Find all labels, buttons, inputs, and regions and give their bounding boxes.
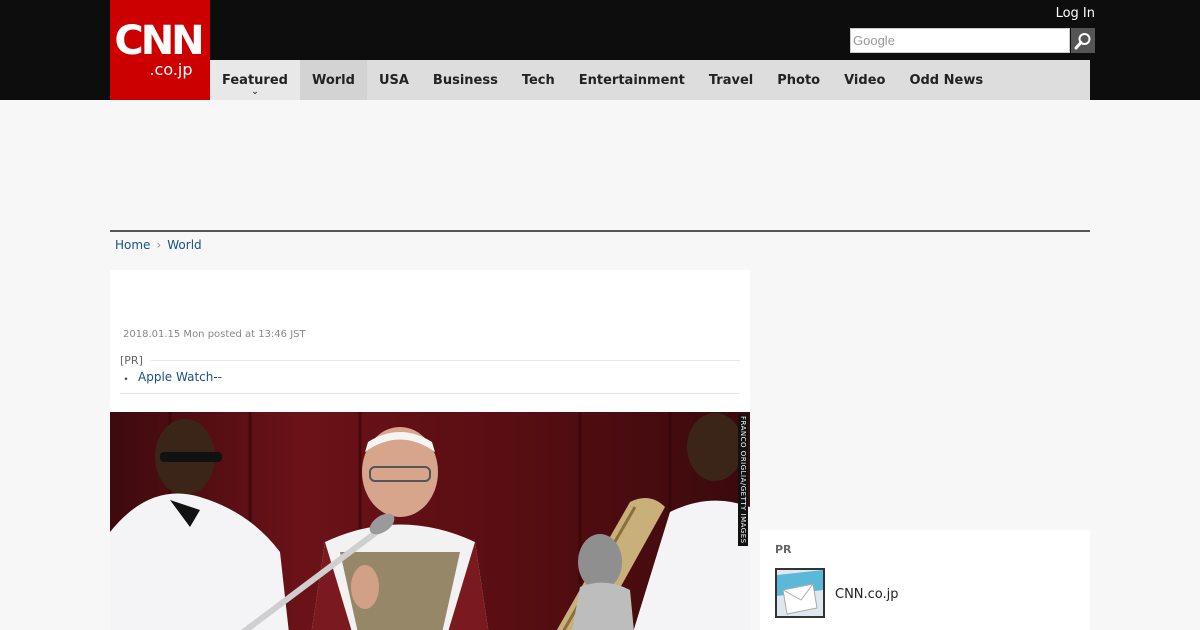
nav-item-label: Video bbox=[844, 72, 886, 88]
photo-credit: FRANCO ORIGLIA/GETTY IMAGES bbox=[738, 414, 748, 546]
breadcrumb: Home › World bbox=[115, 238, 202, 252]
nav-item-label: World bbox=[311, 72, 355, 88]
nav-item-photo[interactable]: Photo bbox=[765, 60, 832, 100]
nav-item-entertainment[interactable]: Entertainment bbox=[567, 60, 697, 100]
nav-item-label: Entertainment bbox=[578, 72, 685, 88]
article-photo: FRANCO ORIGLIA/GETTY IMAGES bbox=[110, 412, 750, 630]
nav-item-featured[interactable]: Featured ⌄ bbox=[210, 60, 300, 100]
bullet-icon: ・ bbox=[120, 372, 133, 386]
nav-item-label: Odd News bbox=[909, 72, 984, 88]
pr-label: [PR] bbox=[120, 354, 143, 367]
nav-item-label: USA bbox=[378, 72, 409, 88]
pr-divider bbox=[150, 360, 740, 361]
chevron-down-icon: ⌄ bbox=[251, 87, 259, 97]
search-input[interactable]: Google bbox=[850, 28, 1070, 53]
nav-item-label: Travel bbox=[708, 72, 754, 88]
nav-item-world[interactable]: World bbox=[299, 60, 367, 100]
article-photo-image bbox=[110, 412, 750, 630]
nav-item-travel[interactable]: Travel bbox=[697, 60, 765, 100]
sidebar-pr-item[interactable]: CNN.co.jp bbox=[835, 587, 899, 602]
article-date: 2018.01.15 Mon posted at 13:46 JST bbox=[123, 329, 306, 340]
breadcrumb-world[interactable]: World bbox=[167, 238, 201, 252]
search-icon bbox=[1074, 32, 1091, 49]
search-button[interactable] bbox=[1071, 28, 1095, 53]
nav-item-label: Business bbox=[432, 72, 498, 88]
nav-item-video[interactable]: Video bbox=[832, 60, 897, 100]
breadcrumb-home[interactable]: Home bbox=[115, 238, 150, 252]
top-header: CNN .co.jp Log In Google Featured ⌄ Worl… bbox=[0, 0, 1200, 100]
pr-block: [PR] ・ Apple Watch-- bbox=[120, 354, 740, 394]
chevron-right-icon: › bbox=[156, 238, 162, 252]
logo-main-text: CNN bbox=[114, 18, 204, 64]
article-card: 2018.01.15 Mon posted at 13:46 JST [PR] … bbox=[110, 270, 750, 630]
nav-item-label: Featured bbox=[222, 72, 288, 88]
cnn-logo[interactable]: CNN .co.jp bbox=[110, 0, 210, 100]
sidebar-pr-title: PR bbox=[775, 543, 792, 556]
logo-sub-text: .co.jp bbox=[149, 60, 193, 79]
mail-icon bbox=[777, 570, 823, 616]
nav-item-label: Tech bbox=[521, 72, 555, 88]
nav-item-business[interactable]: Business bbox=[421, 60, 510, 100]
pr-link[interactable]: Apple Watch-- bbox=[138, 370, 222, 387]
main-nav: Featured ⌄ World USA Business Tech Enter… bbox=[210, 60, 1090, 100]
login-link[interactable]: Log In bbox=[1056, 6, 1095, 21]
pr-header: [PR] bbox=[120, 354, 740, 367]
nav-item-label: Photo bbox=[777, 72, 821, 88]
nav-item-tech[interactable]: Tech bbox=[510, 60, 567, 100]
nav-item-odd-news[interactable]: Odd News bbox=[897, 60, 995, 100]
pr-thumbnail[interactable] bbox=[775, 568, 825, 618]
nav-item-usa[interactable]: USA bbox=[367, 60, 421, 100]
sidebar-pr-card: PR CNN.co.jp bbox=[760, 530, 1090, 630]
section-divider bbox=[110, 230, 1090, 232]
pr-link-row: ・ Apple Watch-- bbox=[120, 370, 740, 387]
